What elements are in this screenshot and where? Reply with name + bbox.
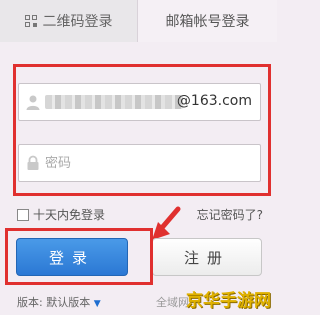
username-field[interactable]: @163.com <box>18 83 261 121</box>
qr-code-icon <box>24 15 37 27</box>
version-selector[interactable]: 版本: 默认版本 ▼ <box>17 294 101 310</box>
footer-fragment: 全域网 <box>156 296 189 309</box>
tab-mail-login[interactable]: 邮箱帐号登录 <box>138 0 277 42</box>
lock-icon <box>27 155 39 170</box>
caret-down-icon: ▼ <box>93 299 101 309</box>
register-button[interactable]: 注册 <box>152 238 262 276</box>
remember-checkbox[interactable] <box>17 208 29 221</box>
mail-domain-suffix: @163.com <box>176 93 252 109</box>
version-label: 版本: 默认版本 <box>17 296 91 309</box>
tab-mail-login-label: 邮箱帐号登录 <box>165 14 250 30</box>
forgot-password-link[interactable]: 忘记密码了? <box>197 206 263 223</box>
password-field[interactable] <box>18 144 261 182</box>
password-input[interactable] <box>45 145 245 181</box>
tab-qr-login-label: 二维码登录 <box>42 14 113 30</box>
remember-label: 十天内免登录 <box>33 208 106 222</box>
blurred-username <box>45 95 183 109</box>
login-button[interactable]: 登录 <box>16 238 128 276</box>
tab-qr-login[interactable]: 二维码登录 <box>0 0 138 42</box>
watermark: 京华手游网 <box>186 291 271 311</box>
remember-me[interactable]: 十天内免登录 <box>17 206 105 223</box>
user-icon <box>26 95 40 110</box>
login-tabs: 二维码登录 邮箱帐号登录 <box>0 0 277 42</box>
